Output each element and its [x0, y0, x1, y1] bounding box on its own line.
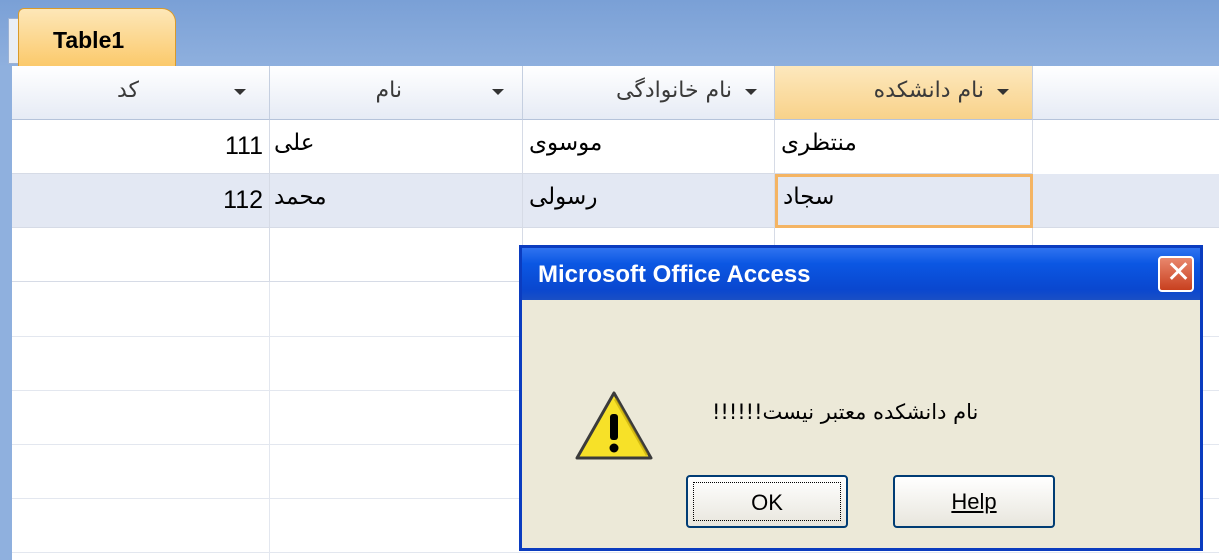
- tab-label: Table1: [53, 27, 125, 53]
- column-header-code[interactable]: کد: [12, 66, 270, 120]
- table-cell[interactable]: محمد: [270, 174, 523, 228]
- chevron-down-icon[interactable]: [492, 89, 504, 95]
- table-cell[interactable]: موسوی: [523, 120, 775, 174]
- table-cell[interactable]: 112: [12, 174, 270, 228]
- dialog-message: !!!!!!نام دانشکده معتبر نیست: [712, 400, 979, 424]
- table-cell[interactable]: علی: [270, 120, 523, 174]
- help-button-label: Help: [951, 489, 997, 514]
- ok-button[interactable]: OK: [686, 475, 848, 528]
- column-header-faculty[interactable]: نام دانشکده: [775, 66, 1033, 120]
- chevron-down-icon[interactable]: [234, 89, 246, 95]
- ok-button-label: OK: [693, 482, 841, 521]
- new-record-cell[interactable]: [12, 228, 270, 282]
- dialog-title: Microsoft Office Access: [538, 261, 811, 288]
- table-cell[interactable]: 111: [12, 120, 270, 174]
- table-cell[interactable]: منتظری: [775, 120, 1033, 174]
- column-header-family[interactable]: نام خانوادگی: [523, 66, 775, 120]
- table-cell[interactable]: رسولی: [523, 174, 775, 228]
- new-record-cell[interactable]: [270, 228, 523, 282]
- table-cell: [1033, 174, 1219, 228]
- help-button[interactable]: Help: [893, 475, 1055, 528]
- grid-line: [269, 282, 270, 560]
- close-icon[interactable]: ✕: [1158, 255, 1194, 292]
- chevron-down-icon[interactable]: [997, 89, 1009, 95]
- dialog-titlebar[interactable]: Microsoft Office Access ✕: [522, 248, 1200, 300]
- tab-bar: Table1: [0, 0, 1219, 68]
- record-selector-strip: [0, 66, 12, 560]
- tab-table1[interactable]: Table1: [18, 8, 176, 67]
- table-cell-focused[interactable]: سجاد: [775, 174, 1033, 228]
- chevron-down-icon[interactable]: [745, 89, 757, 95]
- warning-icon: [575, 391, 653, 460]
- column-header-name[interactable]: نام: [270, 66, 523, 120]
- grid-line: [12, 552, 1219, 553]
- column-header-add[interactable]: [1033, 66, 1219, 120]
- message-dialog: Microsoft Office Access ✕ !!!!!!نام دانش…: [519, 245, 1203, 551]
